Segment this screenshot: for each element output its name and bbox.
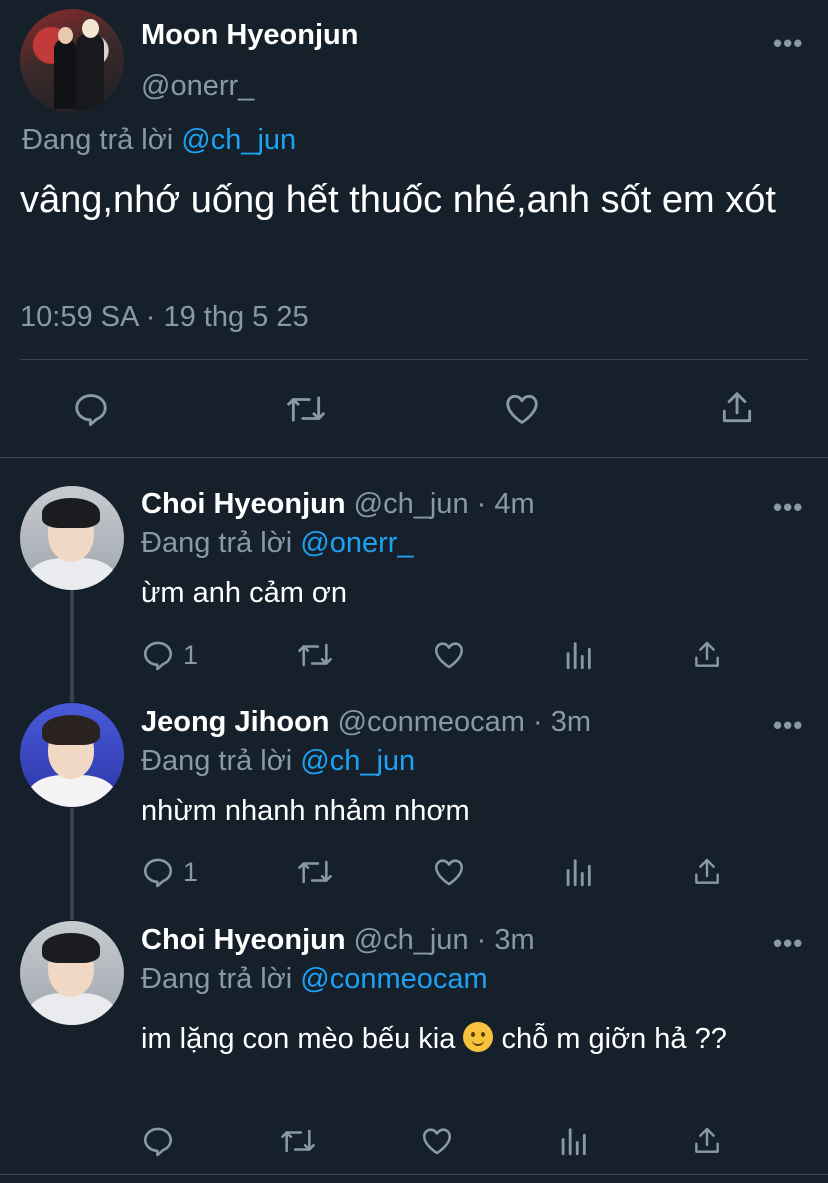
tweet-text: vâng,nhớ uống hết thuốc nhé,anh sốt em x… (20, 179, 776, 221)
analytics-button[interactable] (563, 855, 593, 889)
reply-button[interactable]: 1 (141, 638, 198, 672)
retweet-icon (280, 1129, 315, 1153)
analytics-icon (566, 859, 591, 887)
slightly-smiling-face-icon (463, 1022, 494, 1052)
reply-replying-to: Đang trả lời @onerr_ (141, 527, 414, 560)
reply-actions (141, 1121, 723, 1161)
more-options-icon[interactable]: ••• (773, 928, 803, 959)
reply-header: Choi Hyeonjun @ch_jun · 4m (141, 488, 535, 521)
reply-avatar[interactable] (20, 486, 124, 590)
retweet-button[interactable] (279, 1124, 317, 1158)
reply-icon (143, 641, 173, 671)
thread-connector (70, 808, 74, 920)
reply-button[interactable]: 1 (141, 855, 198, 889)
author-avatar[interactable] (20, 9, 124, 113)
reply-header: Choi Hyeonjun @ch_jun · 3m (141, 924, 535, 957)
reply-replying-to: Đang trả lời @ch_jun (141, 745, 415, 778)
reply-text-part: im lặng con mèo bếu kia (141, 1023, 464, 1055)
analytics-button[interactable] (563, 638, 593, 672)
reply-text: nhừm nhanh nhảm nhơm (141, 795, 470, 827)
divider (20, 359, 808, 360)
section-divider (0, 1174, 828, 1175)
retweet-icon (297, 643, 332, 667)
share-button[interactable] (691, 638, 723, 672)
thread-connector (70, 590, 74, 702)
author-handle[interactable]: @onerr_ (141, 70, 254, 103)
analytics-icon (561, 1128, 586, 1156)
like-button[interactable] (420, 1124, 454, 1158)
reply-count: 1 (183, 856, 199, 887)
reply-actions: 1 (141, 852, 723, 892)
more-options-icon[interactable]: ••• (773, 710, 803, 741)
reply-replying-to: Đang trả lời @conmeocam (141, 963, 488, 996)
share-icon (695, 858, 719, 884)
share-button[interactable] (691, 1124, 723, 1158)
author-name[interactable]: Moon Hyeonjun (141, 19, 358, 52)
reply-author-name[interactable]: Choi Hyeonjun (141, 488, 346, 520)
retweet-icon (297, 860, 332, 884)
share-icon (695, 1127, 719, 1153)
like-button[interactable] (432, 855, 466, 889)
reply-text: ừm anh cảm ơn (141, 577, 348, 609)
share-button[interactable] (691, 855, 723, 889)
reply-icon[interactable] (72, 390, 110, 428)
like-icon[interactable] (502, 390, 542, 428)
replying-mention[interactable]: @conmeocam (300, 963, 487, 995)
replying-mention[interactable]: @ch_jun (181, 124, 296, 156)
replying-label: Đang trả lời (141, 745, 301, 777)
reply-avatar[interactable] (20, 921, 124, 1025)
tweet-timestamp[interactable]: 10:59 SA · 19 thg 5 25 (20, 301, 309, 334)
replying-to: Đang trả lời @ch_jun (22, 124, 296, 157)
replying-mention[interactable]: @ch_jun (300, 745, 415, 777)
reply-button[interactable] (141, 1124, 175, 1158)
like-icon (434, 642, 463, 669)
analytics-icon (566, 642, 591, 670)
reply-text: im lặng con mèo bếu kia chỗ m giỡn hả ?? (141, 1017, 741, 1061)
like-icon (422, 1128, 452, 1155)
retweet-button[interactable] (296, 855, 334, 889)
like-icon (434, 859, 463, 886)
analytics-button[interactable] (558, 1124, 588, 1158)
reply-meta[interactable]: @ch_jun · 4m (354, 488, 535, 520)
replying-label: Đang trả lời (141, 527, 301, 559)
reply-actions: 1 (141, 635, 723, 675)
replying-label: Đang trả lời (22, 124, 182, 156)
reply-avatar[interactable] (20, 703, 124, 807)
retweet-icon[interactable] (285, 390, 327, 428)
reply-author-name[interactable]: Choi Hyeonjun (141, 924, 346, 956)
section-divider (0, 457, 828, 458)
replying-mention[interactable]: @onerr_ (300, 527, 413, 559)
reply-text-part: chỗ m giỡn hả ?? (493, 1023, 727, 1055)
retweet-button[interactable] (296, 638, 334, 672)
reply-icon (143, 1127, 173, 1157)
reply-meta[interactable]: @ch_jun · 3m (354, 924, 535, 956)
share-icon[interactable] (718, 388, 756, 428)
reply-author-name[interactable]: Jeong Jihoon (141, 706, 330, 738)
replying-label: Đang trả lời (141, 963, 301, 995)
share-icon (695, 641, 719, 667)
reply-header: Jeong Jihoon @conmeocam · 3m (141, 706, 591, 739)
reply-icon (143, 858, 173, 888)
more-options-icon[interactable]: ••• (773, 28, 803, 59)
like-button[interactable] (432, 638, 466, 672)
more-options-icon[interactable]: ••• (773, 492, 803, 523)
reply-meta[interactable]: @conmeocam · 3m (338, 706, 591, 738)
reply-count: 1 (183, 639, 199, 670)
